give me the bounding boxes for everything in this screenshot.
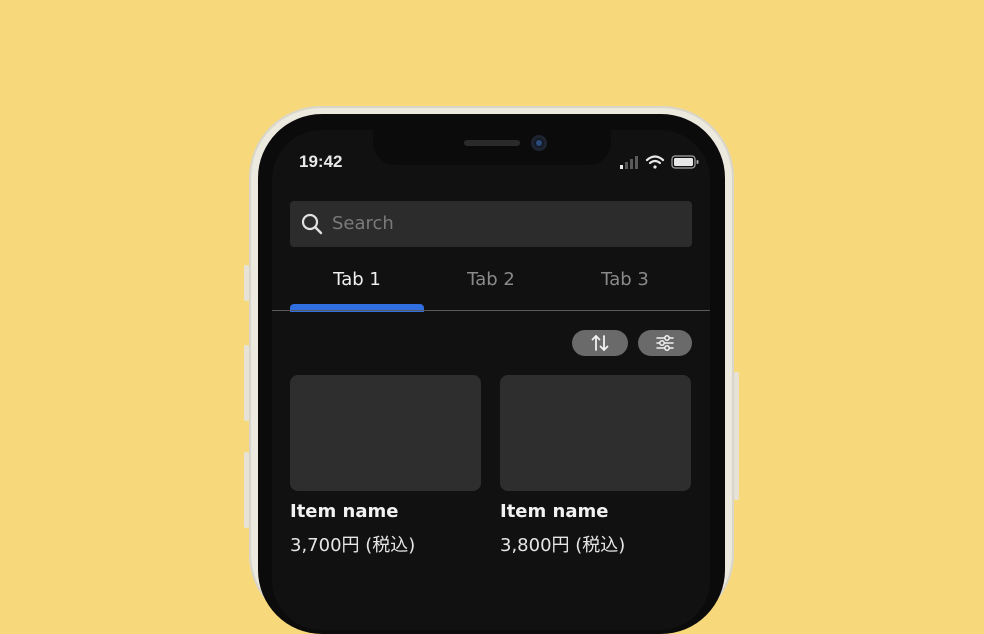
- status-icons: [620, 155, 699, 169]
- sort-button[interactable]: [572, 330, 628, 356]
- search-icon: [301, 213, 323, 235]
- phone-mute-switch: [244, 265, 249, 301]
- product-price: 3,700円 (税込): [290, 535, 416, 556]
- front-camera: [531, 135, 547, 151]
- product-image-placeholder: [500, 375, 691, 491]
- search-input[interactable]: Search: [290, 201, 692, 247]
- product-name: Item name: [290, 501, 399, 522]
- product-card[interactable]: Item name 3,800円 (税込): [500, 375, 692, 557]
- product-price: 3,800円 (税込): [500, 535, 626, 556]
- sort-arrows-icon: [591, 335, 609, 351]
- tab-bar: Tab 1 Tab 2 Tab 3: [290, 258, 692, 308]
- wifi-icon: [645, 155, 665, 169]
- product-image-placeholder: [290, 375, 481, 491]
- phone-screen: 19:42 Search Tab 1 Tab 2 Tab 3 Item name…: [272, 130, 710, 630]
- tab-3[interactable]: Tab 3: [558, 258, 692, 308]
- phone-volume-down-button: [244, 452, 249, 528]
- notch: [373, 130, 611, 165]
- cellular-signal-icon: [620, 156, 638, 169]
- product-card[interactable]: Item name 3,700円 (税込): [290, 375, 482, 557]
- tab-2[interactable]: Tab 2: [424, 258, 558, 308]
- tab-divider: [272, 310, 710, 311]
- phone-volume-up-button: [244, 345, 249, 421]
- battery-icon: [671, 155, 699, 169]
- sliders-icon: [656, 335, 674, 351]
- filter-button[interactable]: [638, 330, 692, 356]
- speaker-grille: [464, 140, 520, 146]
- phone-power-button: [734, 372, 739, 500]
- tab-1[interactable]: Tab 1: [290, 258, 424, 308]
- product-name: Item name: [500, 501, 609, 522]
- status-time: 19:42: [299, 152, 343, 171]
- search-placeholder: Search: [332, 213, 394, 234]
